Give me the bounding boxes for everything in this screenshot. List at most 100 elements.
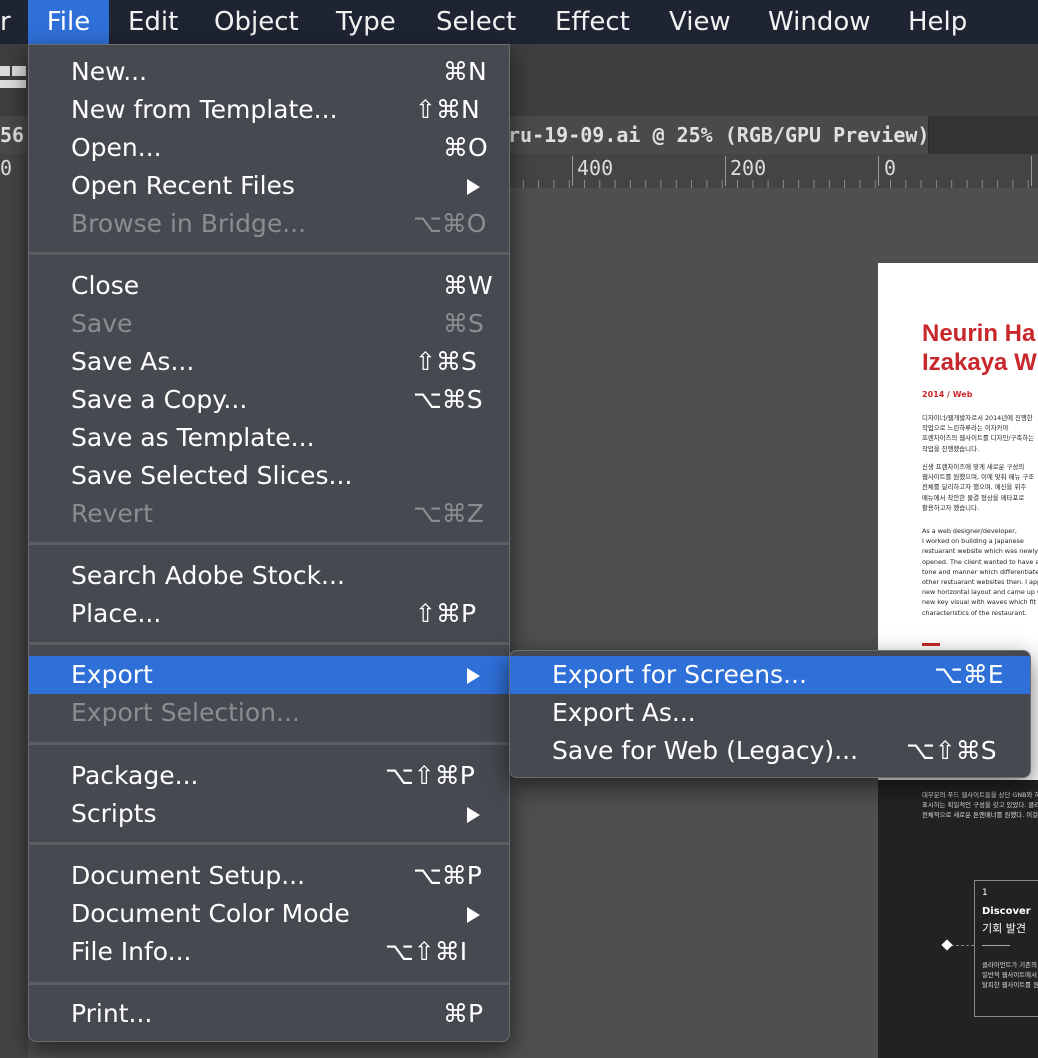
menu-type[interactable]: Type (336, 0, 396, 44)
artboard-accent-mark (922, 643, 940, 646)
menu-item-shortcut: ⌘N (443, 57, 487, 86)
menu-item-label: Export Selection... (71, 698, 300, 727)
artboard-meta: 2014 / Web (922, 390, 973, 399)
app-menu-fragment[interactable]: r (0, 0, 20, 44)
menu-item-save-as-template[interactable]: Save as Template... (29, 419, 509, 457)
menu-item-export[interactable]: Export (29, 656, 509, 694)
file-menu-dropdown: New... ⌘N New from Template... ⇧⌘N Open.… (28, 44, 510, 1042)
menu-item-label: Export for Screens... (552, 660, 807, 689)
menu-separator (29, 642, 509, 645)
submenu-arrow-icon (467, 668, 480, 684)
menu-item-label: Save Selected Slices... (71, 461, 353, 490)
ruler-major-tick (878, 156, 879, 186)
menu-item-print[interactable]: Print... ⌘P (29, 995, 509, 1033)
menu-item-label: Export As... (552, 698, 696, 727)
ruler-label: 400 (577, 156, 614, 180)
diagram-connector-line (951, 945, 974, 946)
menu-view[interactable]: View (669, 0, 731, 44)
menu-item-label: New... (71, 57, 148, 86)
menu-item-close[interactable]: Close ⌘W (29, 267, 509, 305)
artboard-paragraph-ko-1: 디자이너/웹개발자로서 2014년에 진행한 작업으로 느린하루라는 이자카야 … (922, 414, 1035, 453)
menu-item-label: Print... (71, 999, 153, 1028)
menu-item-shortcut: ⇧⌘S (415, 347, 477, 376)
menu-item-label: Save (71, 309, 133, 338)
menu-item-scripts[interactable]: Scripts (29, 795, 509, 833)
menu-item-save-for-web-legacy[interactable]: Save for Web (Legacy)... ⌥⇧⌘S (510, 732, 1030, 770)
menu-item-shortcut: ⌥⇧⌘P (385, 761, 475, 790)
artboard-paragraph-en: As a web designer/developer, I worked on… (922, 527, 1038, 617)
menu-item-shortcut: ⇧⌘N (415, 95, 480, 124)
menu-item-label: Package... (71, 761, 199, 790)
menu-item-label: Save As... (71, 347, 195, 376)
process-step-divider (982, 945, 1010, 946)
ruler-label: 200 (730, 156, 767, 180)
menu-edit[interactable]: Edit (128, 0, 178, 44)
menu-item-label: Open Recent Files (71, 171, 295, 200)
menu-item-label: Search Adobe Stock... (71, 561, 345, 590)
menu-item-label: Save a Copy... (71, 385, 248, 414)
process-step-title-en: Discover (982, 906, 1031, 917)
menu-item-export-selection: Export Selection... (29, 694, 509, 732)
menu-item-shortcut: ⌥⌘O (413, 209, 487, 238)
menu-item-label: Save for Web (Legacy)... (552, 736, 859, 765)
submenu-arrow-icon (467, 907, 480, 923)
menu-window[interactable]: Window (768, 0, 871, 44)
menu-separator (29, 742, 509, 745)
menu-help[interactable]: Help (908, 0, 967, 44)
menu-item-label: Browse in Bridge... (71, 209, 307, 238)
menu-separator (29, 982, 509, 985)
menu-item-shortcut: ⌥⌘S (413, 385, 483, 414)
menu-object[interactable]: Object (214, 0, 299, 44)
menu-item-search-adobe-stock[interactable]: Search Adobe Stock... (29, 557, 509, 595)
process-step-number: 1 (982, 888, 988, 898)
menu-item-export-for-screens[interactable]: Export for Screens... ⌥⌘E (510, 656, 1030, 694)
menu-item-shortcut: ⌥⇧⌘S (906, 736, 997, 765)
menu-item-document-setup[interactable]: Document Setup... ⌥⌘P (29, 857, 509, 895)
menu-item-label: File Info... (71, 937, 192, 966)
menu-item-browse-in-bridge: Browse in Bridge... ⌥⌘O (29, 205, 509, 243)
menu-item-revert: Revert ⌥⌘Z (29, 495, 509, 533)
panel-toggle-icon[interactable] (0, 66, 10, 76)
menu-item-new-from-template[interactable]: New from Template... ⇧⌘N (29, 91, 509, 129)
menu-separator (29, 542, 509, 545)
menu-item-label: New from Template... (71, 95, 338, 124)
panel-toggle-icon-3[interactable] (0, 80, 26, 88)
process-step-title-ko: 기회 발견 (982, 922, 1026, 935)
menu-item-shortcut: ⌥⌘Z (413, 499, 484, 528)
document-tab-title: ru-19-09.ai @ 25% (RGB/GPU Preview) (508, 123, 930, 147)
menu-separator (29, 842, 509, 845)
menu-separator (29, 252, 509, 255)
submenu-arrow-icon (467, 179, 480, 195)
vertical-ruler[interactable] (0, 188, 28, 1058)
menu-item-package[interactable]: Package... ⌥⇧⌘P (29, 757, 509, 795)
menu-item-save-selected-slices[interactable]: Save Selected Slices... (29, 457, 509, 495)
menu-item-shortcut: ⌘O (443, 133, 488, 162)
menu-item-shortcut: ⇧⌘P (415, 599, 477, 628)
menu-item-file-info[interactable]: File Info... ⌥⇧⌘I (29, 933, 509, 971)
menu-item-shortcut: ⌥⌘P (413, 861, 482, 890)
menu-item-new[interactable]: New... ⌘N (29, 53, 509, 91)
menu-item-label: Scripts (71, 799, 157, 828)
menu-item-label: Place... (71, 599, 162, 628)
menu-item-label: Close (71, 271, 140, 300)
menu-select[interactable]: Select (436, 0, 516, 44)
menu-item-open-recent-files[interactable]: Open Recent Files (29, 167, 509, 205)
ruler-major-tick (725, 156, 726, 186)
menu-effect[interactable]: Effect (555, 0, 630, 44)
menu-bar: r File Edit Object Type Select Effect Vi… (0, 0, 1038, 44)
menu-item-save-a-copy[interactable]: Save a Copy... ⌥⌘S (29, 381, 509, 419)
submenu-arrow-icon (467, 807, 480, 823)
menu-item-shortcut: ⌘W (443, 271, 493, 300)
menu-item-label: Document Setup... (71, 861, 306, 890)
menu-file[interactable]: File (28, 0, 109, 44)
menu-item-shortcut: ⌥⌘E (934, 660, 1004, 689)
menu-item-open[interactable]: Open... ⌘O (29, 129, 509, 167)
menu-item-shortcut: ⌥⇧⌘I (385, 937, 468, 966)
menu-item-export-as[interactable]: Export As... (510, 694, 1030, 732)
artboard-dark-paragraph: 대부분의 푸드 웹사이트들을 상단 GNB와 하 표시하는 획일적인 구성을 갖… (922, 791, 1038, 820)
panel-toggle-icon-2[interactable] (12, 66, 26, 76)
menu-item-save-as[interactable]: Save As... ⇧⌘S (29, 343, 509, 381)
menu-item-place[interactable]: Place... ⇧⌘P (29, 595, 509, 633)
menu-item-save: Save ⌘S (29, 305, 509, 343)
menu-item-document-color-mode[interactable]: Document Color Mode (29, 895, 509, 933)
